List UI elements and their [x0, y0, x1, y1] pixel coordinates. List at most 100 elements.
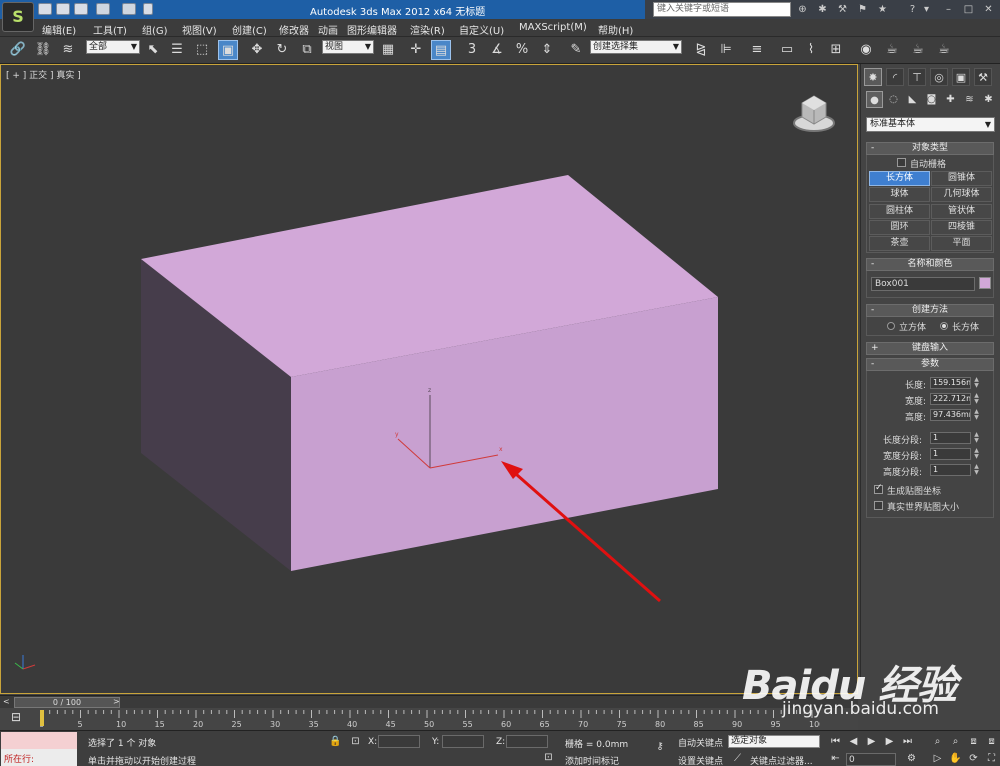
width-input[interactable]: 222.712m	[930, 393, 971, 405]
utilities-tab-icon[interactable]: ⚒	[974, 68, 992, 86]
rectangular-selection-icon[interactable]: ⬚	[192, 40, 212, 60]
time-slider-prev-icon[interactable]: <	[3, 697, 10, 706]
close-icon[interactable]: ✕	[983, 4, 994, 15]
select-and-scale-icon[interactable]: ⧉	[297, 40, 317, 60]
menu-modifiers[interactable]: 修改器	[279, 22, 309, 37]
primitive-category-dropdown[interactable]: 标准基本体 ▼	[866, 117, 995, 132]
set-key-button[interactable]: 设置关键点	[678, 754, 723, 766]
select-object-icon[interactable]: ⬉	[143, 40, 163, 60]
cube-radio[interactable]	[887, 322, 895, 330]
create-tab-icon[interactable]: ✸	[864, 68, 882, 86]
width-segs-spinner-icon[interactable]: ▲ ▼	[973, 448, 980, 460]
reference-coordinate-dropdown[interactable]: 视图 ▼	[322, 40, 374, 54]
key-mode-icon[interactable]: ⇤	[828, 751, 843, 766]
zoom-extents-icon[interactable]: ⧈	[966, 734, 981, 749]
box-radio[interactable]	[940, 322, 948, 330]
named-selection-dropdown[interactable]: 创建选择集 ▼	[590, 40, 682, 54]
hierarchy-tab-icon[interactable]: ⊤	[908, 68, 926, 86]
keyboard-shortcut-override-icon[interactable]: ▤	[431, 40, 451, 60]
auto-grid-checkbox[interactable]	[897, 158, 906, 167]
object-type-rollout-header[interactable]: - 对象类型	[866, 142, 994, 155]
cylinder-button[interactable]: 圆柱体	[869, 204, 930, 219]
pyramid-button[interactable]: 四棱锥	[931, 220, 992, 235]
current-frame-input[interactable]: 0	[846, 753, 896, 766]
torus-button[interactable]: 圆环	[869, 220, 930, 235]
material-editor-icon[interactable]: ◉	[856, 40, 876, 60]
width-spinner-icon[interactable]: ▲ ▼	[973, 393, 980, 405]
height-input[interactable]: 97.436mm	[930, 409, 971, 421]
help-icon[interactable]: ?	[907, 4, 918, 15]
curve-editor-icon[interactable]: ⌇	[801, 40, 821, 60]
app-logo-icon[interactable]: S	[2, 2, 34, 32]
menu-maxscript[interactable]: MAXScript(M)	[519, 22, 587, 33]
perspective-viewport[interactable]: [ + ] 正交 ] 真实 ] z x y	[0, 64, 858, 694]
add-time-tag[interactable]: 添加时间标记	[565, 754, 619, 766]
motion-tab-icon[interactable]: ◎	[930, 68, 948, 86]
display-tab-icon[interactable]: ▣	[952, 68, 970, 86]
window-crossing-icon[interactable]: ▣	[218, 40, 238, 60]
edit-named-selection-icon[interactable]: ✎	[566, 40, 586, 60]
height-spinner-icon[interactable]: ▲ ▼	[973, 409, 980, 421]
object-color-swatch[interactable]	[979, 277, 991, 289]
viewcube-icon[interactable]	[793, 95, 835, 132]
menu-animation[interactable]: 动画	[318, 22, 338, 37]
new-file-icon[interactable]	[38, 3, 52, 15]
height-segs-spinner-icon[interactable]: ▲ ▼	[973, 464, 980, 476]
pivot-center-icon[interactable]: ▦	[378, 40, 398, 60]
systems-icon[interactable]: ✱	[980, 91, 997, 108]
geometry-icon[interactable]: ●	[866, 91, 883, 108]
mini-curve-editor-icon[interactable]: ⊟	[6, 710, 26, 728]
select-and-rotate-icon[interactable]: ↻	[272, 40, 292, 60]
time-tag-icon[interactable]: ⊡	[541, 750, 556, 765]
cone-button[interactable]: 圆锥体	[931, 171, 992, 186]
tube-button[interactable]: 管状体	[931, 204, 992, 219]
unlink-icon[interactable]: ⛓	[33, 40, 53, 60]
selection-filter-dropdown[interactable]: 全部 ▼	[86, 40, 140, 54]
field-of-view-icon[interactable]: ▷	[930, 751, 945, 766]
menu-create[interactable]: 创建(C)	[232, 22, 267, 37]
menu-group[interactable]: 组(G)	[142, 22, 168, 37]
maximize-icon[interactable]: □	[963, 4, 974, 15]
favorites-icon[interactable]: ⚑	[857, 4, 868, 15]
graphite-modeling-tools-icon[interactable]: ▭	[777, 40, 797, 60]
star-icon[interactable]: ★	[877, 4, 888, 15]
modify-tab-icon[interactable]: ◜	[886, 68, 904, 86]
align-icon[interactable]: ⊫	[716, 40, 736, 60]
search-input[interactable]: 键入关键字或短语	[653, 2, 791, 17]
name-color-rollout-header[interactable]: - 名称和颜色	[866, 258, 994, 271]
menu-views[interactable]: 视图(V)	[182, 22, 217, 37]
schematic-view-icon[interactable]: ⊞	[826, 40, 846, 60]
rendered-frame-window-icon[interactable]: ☕	[908, 40, 928, 60]
geosphere-button[interactable]: 几何球体	[931, 187, 992, 202]
maxscript-input[interactable]	[1, 732, 77, 749]
creation-method-rollout-header[interactable]: - 创建方法	[866, 304, 994, 317]
teapot-button[interactable]: 茶壶	[869, 236, 930, 251]
sphere-button[interactable]: 球体	[869, 187, 930, 202]
width-segs-input[interactable]: 1	[930, 448, 971, 460]
maximize-viewport-icon[interactable]: ⛶	[984, 751, 999, 766]
z-coordinate-input[interactable]	[506, 735, 548, 748]
zoom-extents-all-icon[interactable]: ⧈	[984, 734, 999, 749]
snaps-toggle-icon[interactable]: 3	[462, 40, 482, 60]
menu-graph-editors[interactable]: 图形编辑器	[347, 22, 397, 37]
length-segs-input[interactable]: 1	[930, 432, 971, 444]
time-slider[interactable]: < 0 / 100 >	[0, 695, 858, 708]
binoculars-icon[interactable]: ⊕	[797, 4, 808, 15]
key-filters-button[interactable]: 关键点过滤器...	[750, 754, 813, 766]
select-and-manipulate-icon[interactable]: ✛	[406, 40, 426, 60]
shapes-icon[interactable]: ◌	[885, 91, 902, 108]
lights-icon[interactable]: ◣	[904, 91, 921, 108]
length-segs-spinner-icon[interactable]: ▲ ▼	[973, 432, 980, 444]
communication-center-icon[interactable]: ⚒	[837, 4, 848, 15]
render-setup-icon[interactable]: ☕	[882, 40, 902, 60]
menu-help[interactable]: 帮助(H)	[598, 22, 633, 37]
select-and-link-icon[interactable]: 🔗	[8, 40, 28, 60]
time-slider-thumb[interactable]: 0 / 100	[14, 697, 120, 708]
plane-button[interactable]: 平面	[931, 236, 992, 251]
box-button[interactable]: 长方体	[869, 171, 930, 186]
absolute-mode-icon[interactable]: ⊡	[348, 734, 363, 749]
object-name-input[interactable]: Box001	[871, 277, 975, 291]
keyboard-entry-rollout-header[interactable]: + 键盘输入	[866, 342, 994, 355]
select-and-move-icon[interactable]: ✥	[247, 40, 267, 60]
undo-icon[interactable]	[96, 3, 110, 15]
